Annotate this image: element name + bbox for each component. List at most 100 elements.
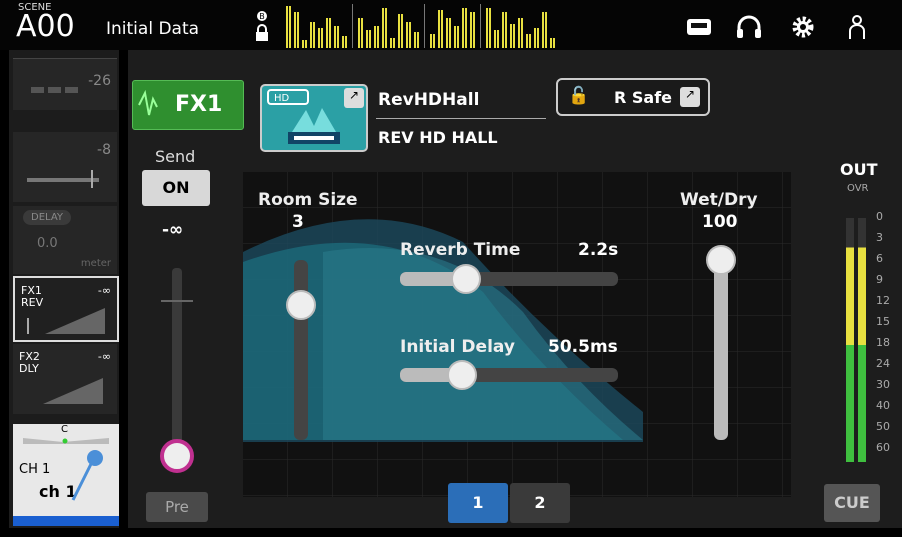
overview-meter-bar: [494, 30, 496, 48]
send-level-wedge: [27, 308, 105, 334]
scene-number[interactable]: A00: [16, 12, 75, 42]
out-scale-tick: 12: [876, 294, 890, 307]
overview-meter-bar: [398, 14, 400, 48]
overview-meter-bar: [518, 18, 520, 48]
overview-meter-bar: [457, 26, 459, 48]
overview-meter-bar: [505, 12, 507, 48]
tape-recorder-icon[interactable]: [684, 14, 714, 40]
user-icon[interactable]: [842, 14, 872, 40]
effect-type-icon[interactable]: HD ↗: [260, 84, 368, 152]
wet-dry-knob[interactable]: [706, 245, 736, 275]
overview-meter-bar: [294, 12, 296, 48]
overview-meter-bar: [310, 22, 312, 48]
pre-button[interactable]: Pre: [146, 492, 208, 522]
out-scale-tick: 30: [876, 378, 890, 391]
out-scale-tick: 60: [876, 441, 890, 454]
delay-value: 0.0: [37, 236, 58, 251]
reverb-time-value: 2.2s: [578, 240, 619, 260]
overview-meter-bar: [406, 22, 408, 48]
overview-meter-bar: [486, 8, 488, 48]
effect-title[interactable]: RevHDHall: [378, 90, 479, 110]
cue-button[interactable]: CUE: [824, 484, 880, 522]
initial-delay-knob[interactable]: [447, 360, 477, 390]
send-slot-fx1[interactable]: FX1 REV -∞: [13, 276, 119, 342]
wet-dry-value: 100: [702, 212, 738, 232]
wet-dry-track[interactable]: [714, 260, 728, 440]
recall-safe-button[interactable]: 🔓 R Safe ↗: [556, 78, 710, 116]
overview-meter-bar: [401, 14, 403, 48]
gain-value: -26: [88, 73, 111, 89]
overview-meter-bar: [449, 18, 451, 48]
reverb-time-knob[interactable]: [450, 264, 481, 294]
overview-meter-bar: [534, 28, 536, 48]
overview-meter-bar: [454, 26, 456, 48]
overview-meter-bar: [542, 12, 544, 48]
overview-meter-bar: [465, 8, 467, 48]
send-on-button[interactable]: ON: [142, 170, 210, 206]
overview-meter-bar: [430, 34, 432, 48]
reverb-time-label: Reverb Time: [400, 240, 521, 260]
overview-meter-bar: [537, 28, 539, 48]
overview-meter-bar: [489, 8, 491, 48]
send-slot-fx2[interactable]: FX2 DLY -∞: [13, 344, 117, 414]
overview-meter-bar: [497, 30, 499, 48]
overview-meter-bar: [417, 32, 419, 48]
channel-name-area[interactable]: C CH 1 ch 1: [13, 424, 119, 526]
send-fader-knob[interactable]: [160, 439, 194, 473]
external-link-icon[interactable]: ↗: [344, 88, 364, 108]
delay-label: DELAY: [23, 210, 71, 225]
page-button-1[interactable]: 1: [448, 483, 508, 523]
overview-meter-bar: [302, 40, 304, 48]
send-label: Send: [155, 147, 196, 166]
overview-meter-bar: [438, 10, 440, 48]
overview-meter-bar: [526, 34, 528, 48]
scene-name[interactable]: Initial Data: [106, 19, 199, 39]
svg-text:HD: HD: [274, 93, 290, 104]
external-link-icon[interactable]: ↗: [680, 87, 700, 107]
overview-meter-bar: [289, 6, 291, 48]
initial-delay-value: 50.5ms: [548, 337, 618, 357]
send-level-wedge: [43, 378, 103, 404]
room-size-track[interactable]: [294, 260, 308, 440]
overview-meter-bar: [361, 18, 363, 48]
gear-icon[interactable]: [788, 14, 818, 40]
out-scale-tick: 3: [876, 231, 883, 244]
overview-meter-bar: [553, 38, 555, 48]
out-meter-left: [846, 218, 854, 462]
overview-meter-bar: [385, 8, 387, 48]
send-fader-mark: [161, 300, 193, 302]
page-button-2[interactable]: 2: [510, 483, 570, 523]
overview-meter-bar: [326, 18, 328, 48]
room-size-knob[interactable]: [286, 290, 316, 320]
overview-meter-bar: [313, 22, 315, 48]
overview-meter-bar: [321, 28, 323, 48]
channel-meters-overview[interactable]: [246, 4, 606, 48]
overview-meter-bar: [462, 8, 464, 48]
overview-meter-bar: [473, 12, 475, 48]
overview-meter-bar: [529, 34, 531, 48]
fx1-button[interactable]: FX1: [132, 80, 244, 130]
channel-label: CH 1: [19, 462, 51, 477]
overview-meter-bar: [382, 8, 384, 48]
initial-delay-label: Initial Delay: [400, 337, 515, 357]
microphone-icon: [71, 450, 103, 501]
att-section[interactable]: -8: [13, 132, 117, 202]
overview-meter-bar: [513, 24, 515, 48]
att-value: -8: [97, 142, 111, 158]
overview-meter-bar: [545, 12, 547, 48]
out-meter-right: [858, 218, 866, 462]
overview-meter-bar: [390, 38, 392, 48]
gain-section[interactable]: -26: [13, 58, 117, 110]
send-fader-track[interactable]: [172, 268, 182, 463]
overview-meter-bar: [345, 36, 347, 48]
headphones-icon[interactable]: [734, 14, 764, 40]
overview-meter-bar: [502, 12, 504, 48]
out-scale-tick: 40: [876, 399, 890, 412]
overview-meter-divider: [480, 4, 481, 48]
delay-section[interactable]: DELAY 0.0 meter: [13, 206, 117, 274]
overview-meter-bar: [433, 34, 435, 48]
overview-meter-bar: [550, 38, 552, 48]
overview-meter-bar: [358, 18, 360, 48]
out-scale-tick: 6: [876, 252, 883, 265]
overview-meter-bar: [377, 26, 379, 48]
